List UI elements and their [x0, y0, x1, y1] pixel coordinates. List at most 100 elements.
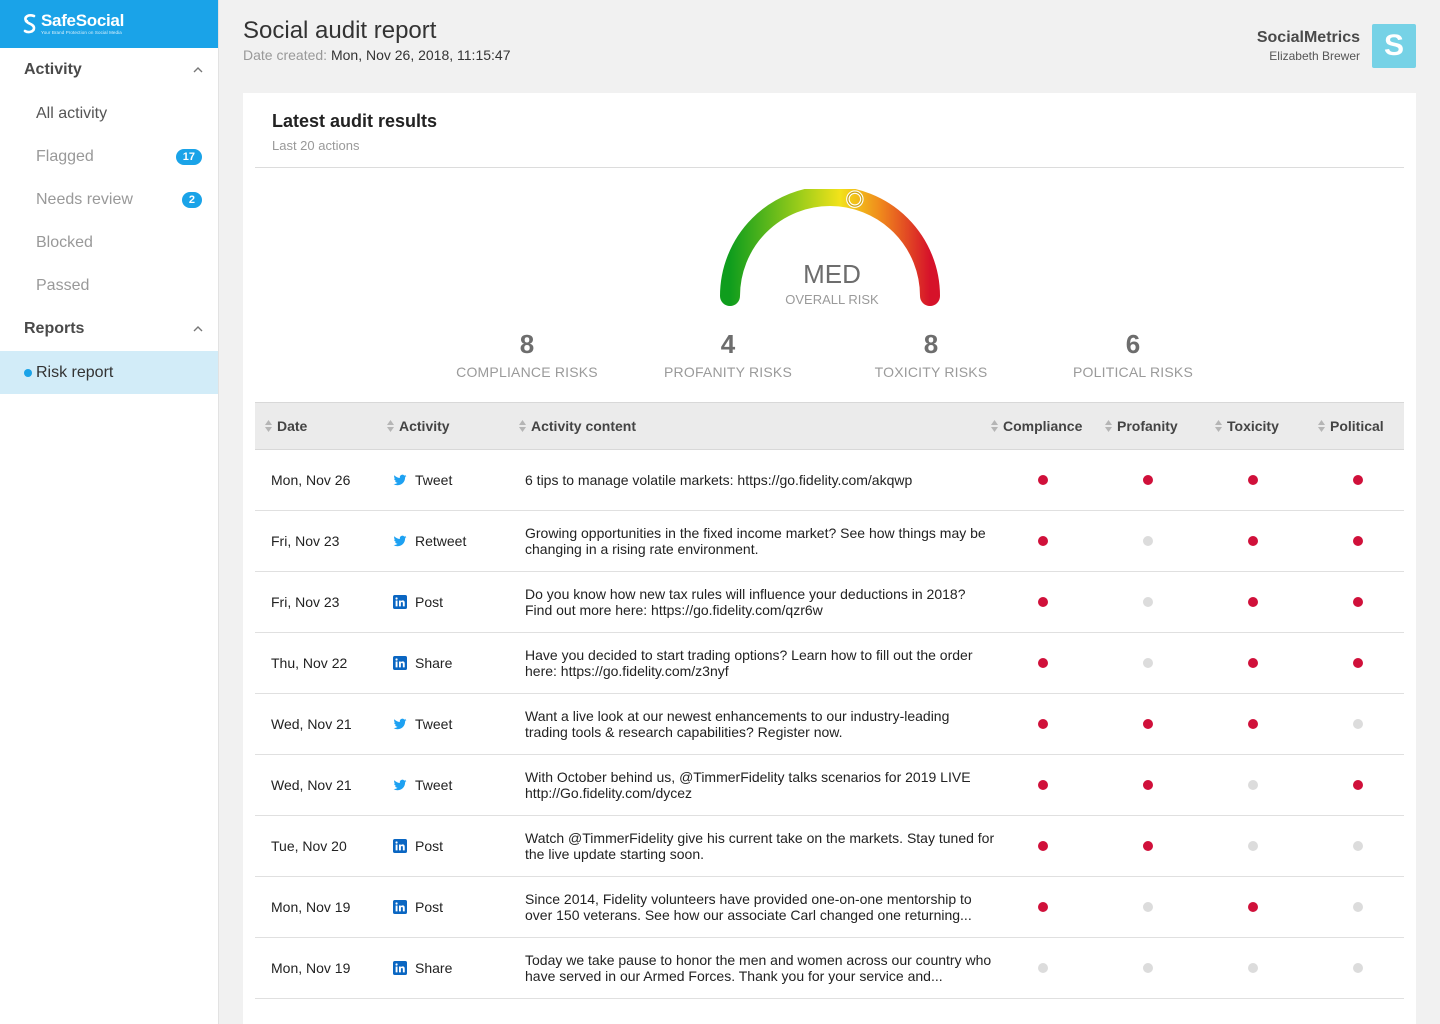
table-row[interactable]: Mon, Nov 26 Tweet 6 tips to manage volatil… — [255, 450, 1404, 511]
toxicity-risk-indicator — [1248, 963, 1258, 973]
sort-icon — [1105, 420, 1112, 432]
table-row[interactable]: Fri, Nov 23 Post Do you know how new tax r… — [255, 572, 1404, 633]
profanity-risk-indicator — [1143, 597, 1153, 607]
user-menu[interactable]: SocialMetrics Elizabeth Brewer S — [1257, 24, 1416, 68]
compliance-risk-indicator — [1038, 780, 1048, 790]
activity-content-cell[interactable]: Today we take pause to honor the men and… — [525, 938, 995, 998]
compliance-risk-indicator — [1038, 536, 1048, 546]
activity-content-cell[interactable]: Watch @TimmerFidelity give his current t… — [525, 816, 995, 876]
activity-cell: Retweet — [393, 511, 466, 571]
date-cell: Mon, Nov 19 — [271, 960, 351, 976]
date-cell: Fri, Nov 23 — [271, 533, 340, 549]
compliance-risk-stat: 8 COMPLIANCE RISKS — [447, 329, 607, 380]
toxicity-risk-indicator — [1248, 475, 1258, 485]
sidebar-item-label: All activity — [36, 104, 108, 122]
profanity-risk-stat: 4 PROFANITY RISKS — [648, 329, 808, 380]
activity-content-cell[interactable]: Have you decided to start trading option… — [525, 633, 995, 693]
table-row[interactable]: Tue, Nov 20 Post Watch @TimmerFidelity giv… — [255, 816, 1404, 877]
compliance-risk-indicator — [1038, 719, 1048, 729]
sidebar-item-blocked[interactable]: Blocked — [0, 221, 218, 264]
compliance-risk-indicator — [1038, 597, 1048, 607]
stat-number: 6 — [1125, 329, 1141, 359]
toxicity-risk-indicator — [1248, 597, 1258, 607]
org-name: SocialMetrics — [1256, 29, 1360, 46]
activity-type: Post — [415, 594, 444, 610]
sidebar-item-flagged[interactable]: Flagged 17 — [0, 135, 218, 178]
activity-content-text: 6 tips to manage volatile markets: https… — [525, 472, 913, 488]
activity-content-cell[interactable]: 6 tips to manage volatile markets: https… — [525, 450, 995, 510]
profanity-risk-indicator — [1143, 841, 1153, 851]
sort-icon — [519, 420, 526, 432]
compliance-risk-indicator — [1038, 841, 1048, 851]
date-cell: Thu, Nov 22 — [271, 655, 348, 671]
activity-content-cell[interactable]: Worried about cybercrime? Learn about th… — [525, 999, 995, 1024]
table-row[interactable]: Wed, Nov 21 Tweet Want a live look at our … — [255, 694, 1404, 755]
political-risk-indicator — [1353, 658, 1363, 668]
sidebar: SafeSocial Your Brand Protection on Soci… — [0, 0, 219, 1024]
card-title: Latest audit results — [272, 111, 438, 131]
sort-icon — [387, 420, 394, 432]
date-cell: Mon, Nov 26 — [271, 472, 351, 488]
sidebar-item-risk-report[interactable]: Risk report — [0, 351, 218, 394]
column-header-political[interactable]: Political — [1318, 403, 1384, 449]
date-cell: Mon, Nov 19 — [271, 899, 351, 915]
activity-type: Tweet — [415, 716, 453, 732]
activity-content-text: With October behind us, @TimmerFidelity … — [525, 769, 971, 801]
nav-section-reports[interactable]: Reports — [0, 307, 218, 351]
avatar[interactable]: S — [1372, 24, 1416, 68]
column-header-label: Compliance — [1003, 418, 1083, 434]
toxicity-risk-indicator — [1248, 719, 1258, 729]
column-header-toxicity[interactable]: Toxicity — [1215, 403, 1279, 449]
profanity-risk-indicator — [1143, 475, 1153, 485]
activity-content-cell[interactable]: With October behind us, @TimmerFidelity … — [525, 755, 995, 815]
activity-content-text: Growing opportunities in the fixed incom… — [525, 525, 986, 557]
table-row[interactable]: Worried about cybercrime? Learn about th… — [255, 999, 1404, 1024]
nav-section-label: Reports — [24, 320, 85, 337]
nav-section-activity[interactable]: Activity — [0, 48, 218, 92]
activity-content-cell[interactable]: Do you know how new tax rules will influ… — [525, 572, 995, 632]
column-header-activity[interactable]: Activity — [387, 403, 450, 449]
twitter-icon — [393, 474, 407, 486]
sidebar-item-all-activity[interactable]: All activity — [0, 92, 218, 135]
activity-content-cell[interactable]: Since 2014, Fidelity volunteers have pro… — [525, 877, 995, 937]
activity-content-text: Want a live look at our newest enhanceme… — [525, 708, 950, 740]
chevron-up-icon — [193, 326, 203, 332]
brand-name: SafeSocial — [41, 11, 124, 31]
chevron-up-icon — [193, 67, 203, 73]
column-header-label: Political — [1330, 418, 1384, 434]
toxicity-risk-stat: 8 TOXICITY RISKS — [851, 329, 1011, 380]
table-header: Date Activity Activity content Compliance Pr… — [255, 402, 1404, 450]
activity-cell: Share — [393, 938, 452, 998]
table-row[interactable]: Mon, Nov 19 Share Today we take pause to h… — [255, 938, 1404, 999]
activity-content-text: Do you know how new tax rules will influ… — [525, 586, 966, 618]
profanity-risk-indicator — [1143, 902, 1153, 912]
column-header-date[interactable]: Date — [265, 403, 307, 449]
political-risk-indicator — [1353, 841, 1363, 851]
date-created-label: Date created: — [243, 47, 328, 63]
activity-type: Share — [415, 960, 453, 976]
sidebar-item-passed[interactable]: Passed — [0, 264, 218, 307]
political-risk-indicator — [1353, 719, 1363, 729]
brand-tagline: Your Brand Protection on Social Media — [41, 30, 122, 36]
table-body: Mon, Nov 26 Tweet 6 tips to manage volatil… — [255, 450, 1404, 1024]
table-row[interactable]: Thu, Nov 22 Share Have you decided to star… — [255, 633, 1404, 694]
activity-content-cell[interactable]: Want a live look at our newest enhanceme… — [525, 694, 995, 754]
table-row[interactable]: Mon, Nov 19 Post Since 2014, Fidelity volu… — [255, 877, 1404, 938]
column-header-profanity[interactable]: Profanity — [1105, 403, 1178, 449]
sidebar-item-needs-review[interactable]: Needs review 2 — [0, 178, 218, 221]
sidebar-item-label: Needs review — [36, 190, 133, 208]
column-header-activity-content[interactable]: Activity content — [519, 403, 636, 449]
brand-header[interactable]: SafeSocial Your Brand Protection on Soci… — [0, 0, 218, 48]
toxicity-risk-indicator — [1248, 780, 1258, 790]
table-row[interactable]: Wed, Nov 21 Tweet With October behind us, … — [255, 755, 1404, 816]
column-header-label: Activity — [399, 418, 450, 434]
table-row[interactable]: Fri, Nov 23 Retweet Growing opportunities … — [255, 511, 1404, 572]
activity-type: Post — [415, 899, 444, 915]
political-risk-indicator — [1353, 536, 1363, 546]
sort-icon — [991, 420, 998, 432]
political-risk-indicator — [1353, 902, 1363, 912]
column-header-compliance[interactable]: Compliance — [991, 403, 1082, 449]
activity-content-cell[interactable]: Growing opportunities in the fixed incom… — [525, 511, 995, 571]
activity-cell: Post — [393, 877, 443, 937]
profanity-risk-indicator — [1143, 780, 1153, 790]
